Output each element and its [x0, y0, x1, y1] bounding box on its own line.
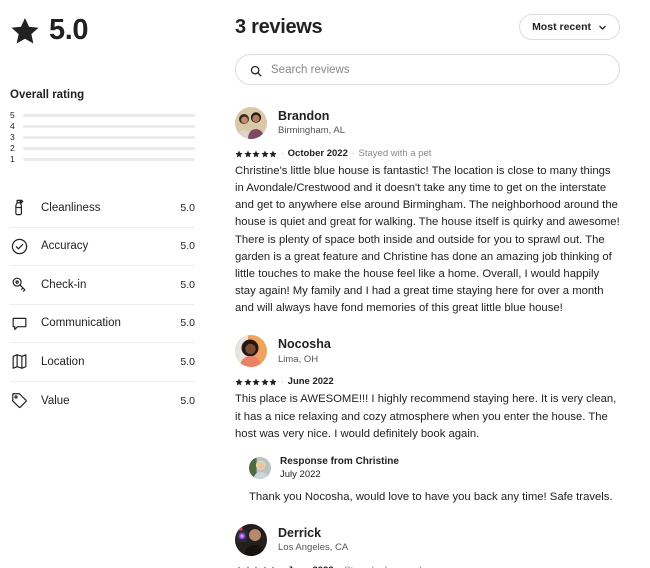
category-rating-row: Location 5.0 — [10, 343, 195, 382]
reviews-header: 3 reviews Most recent — [235, 14, 620, 40]
sort-dropdown-label: Most recent — [532, 21, 591, 33]
category-score: 5.0 — [180, 240, 195, 253]
rating-bar-label: 5 — [10, 110, 15, 121]
reviewer-name: Brandon — [278, 108, 330, 123]
tag-icon — [10, 391, 29, 410]
overall-rating-header: 5.0 — [10, 14, 195, 47]
category-label: Accuracy — [41, 240, 89, 253]
category-ratings-list: Cleanliness 5.0 Accuracy 5.0 Check-in 5.0 Comm… — [10, 189, 195, 420]
rating-bar-track — [23, 158, 195, 161]
review-trip-type: Stayed with a pet — [358, 148, 432, 159]
search-reviews-field[interactable] — [235, 54, 620, 85]
overall-score: 5.0 — [49, 14, 89, 46]
reviews-panel: 3 reviews Most recent Brandon Birmingham,… — [205, 0, 650, 568]
reviewer-info: Derrick Los Angeles, CA — [235, 523, 620, 556]
avatar[interactable] — [235, 107, 267, 139]
review-trip-type: Stayed a few weeks — [344, 565, 429, 568]
category-score: 5.0 — [180, 278, 195, 291]
review-date: June 2022 — [287, 376, 334, 388]
meta-separator: · — [351, 148, 355, 158]
meta-separator: · — [281, 376, 284, 386]
review-meta: · June 2022 — [235, 376, 620, 387]
reviews-list: Brandon Birmingham, AL · October 2022 · Staye… — [235, 107, 620, 568]
sort-dropdown-button[interactable]: Most recent — [519, 14, 620, 40]
category-score: 5.0 — [180, 355, 195, 368]
rating-bar-label: 3 — [10, 132, 15, 143]
review-text: Christine's little blue house is fantast… — [235, 165, 620, 315]
category-rating-row: Cleanliness 5.0 — [10, 189, 195, 228]
rating-bar-track — [23, 114, 195, 117]
host-response: Response from Christine July 2022 Thank yo… — [249, 455, 620, 506]
avatar[interactable] — [235, 523, 267, 556]
category-score: 5.0 — [180, 394, 195, 407]
category-rating-row: Check-in 5.0 — [10, 266, 195, 305]
review-star-rating — [235, 378, 277, 386]
category-label: Value — [41, 394, 70, 407]
host-response-text: Thank you Nocosha, would love to have yo… — [249, 490, 613, 503]
review-meta: · October 2022 · Stayed with a pet — [235, 148, 620, 159]
category-label: Communication — [41, 317, 121, 330]
rating-bar-row: 4 — [10, 121, 195, 132]
avatar[interactable] — [249, 457, 271, 480]
category-label: Check-in — [41, 278, 87, 291]
rating-bar-row: 1 — [10, 154, 195, 165]
reviews-count-title: 3 reviews — [235, 15, 323, 38]
review-date: October 2022 — [287, 148, 348, 159]
map-icon — [10, 352, 29, 371]
overall-rating-label: Overall rating — [10, 89, 85, 101]
category-score: 5.0 — [180, 317, 195, 330]
review-item: DerrickLos Angeles, CA ·June 2022·Stayed … — [235, 523, 620, 568]
reviewer-info: Nocosha Lima, OH — [235, 335, 620, 368]
reviewer-name: Derrick — [278, 525, 322, 540]
review-date: June 2022 — [288, 565, 334, 568]
search-icon — [250, 64, 262, 76]
rating-bar-row: 2 — [10, 143, 195, 154]
rating-bar-track — [23, 147, 195, 150]
rating-bar-label: 1 — [10, 154, 15, 165]
rating-bar-row: 3 — [10, 132, 195, 143]
host-response-title: Response from Christine — [280, 455, 399, 467]
reviews-page: 5.0 Overall rating 54321 Cleanliness 5.0 A… — [0, 0, 650, 568]
ratings-summary-panel: 5.0 Overall rating 54321 Cleanliness 5.0 A… — [0, 0, 205, 568]
category-rating-row: Communication 5.0 — [10, 305, 195, 343]
host-response-header: Response from Christine July 2022 — [249, 455, 620, 482]
review-text: This place is AWESOME!!! I highly recomm… — [235, 393, 617, 440]
review-meta: ·June 2022·Stayed a few weeks — [235, 565, 620, 568]
speech-bubble-icon — [10, 314, 29, 333]
rating-bar-label: 2 — [10, 143, 15, 154]
meta-separator: · — [281, 148, 284, 158]
reviewer-location: Birmingham, AL — [278, 125, 346, 137]
search-input[interactable] — [271, 63, 605, 76]
review-item: Nocosha Lima, OH · June 2022 This place is A… — [235, 335, 620, 505]
reviewer-location: Los Angeles, CA — [278, 541, 349, 553]
rating-bar-label: 4 — [10, 121, 15, 132]
review-star-rating — [235, 150, 277, 158]
category-score: 5.0 — [180, 201, 195, 214]
category-rating-row: Accuracy 5.0 — [10, 228, 195, 266]
key-icon — [10, 275, 29, 294]
chevron-down-icon — [598, 23, 607, 32]
rating-bar-row: 5 — [10, 110, 195, 121]
category-label: Cleanliness — [41, 201, 101, 214]
star-icon — [10, 16, 40, 46]
spray-bottle-icon — [10, 198, 29, 217]
reviewer-location: Lima, OH — [278, 353, 319, 365]
reviewer-name: Nocosha — [278, 337, 331, 352]
category-rating-row: Value 5.0 — [10, 382, 195, 421]
reviewer-info: Brandon Birmingham, AL — [235, 107, 620, 139]
host-response-date: July 2022 — [280, 469, 321, 481]
rating-bar-track — [23, 125, 195, 128]
rating-distribution-chart: 54321 — [10, 110, 195, 165]
check-circle-icon — [10, 237, 29, 256]
avatar[interactable] — [235, 335, 267, 368]
category-label: Location — [41, 355, 85, 368]
review-item: Brandon Birmingham, AL · October 2022 · Staye… — [235, 107, 620, 317]
rating-bar-track — [23, 136, 195, 139]
